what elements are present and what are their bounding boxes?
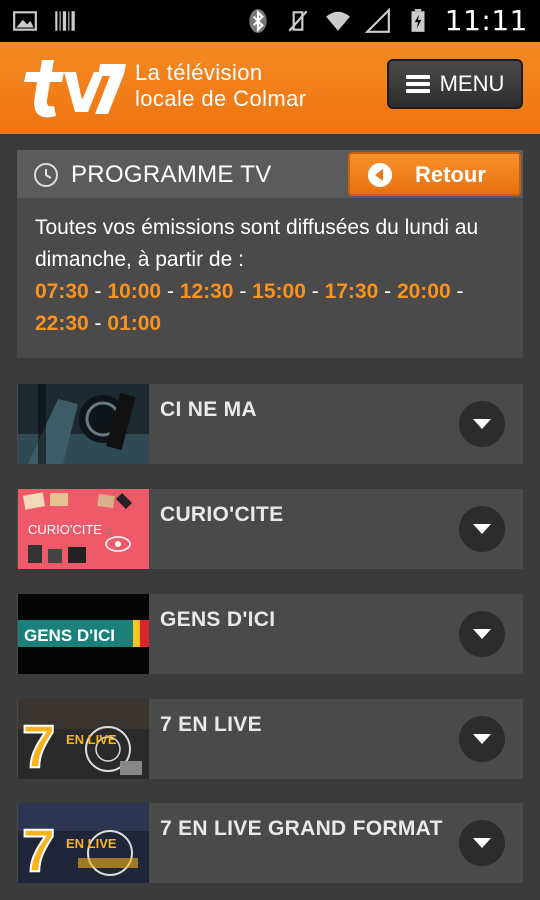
time-slot: 10:00: [107, 280, 162, 303]
show-thumbnail-curiocite: CURIO'CITE: [18, 489, 149, 569]
programme-intro: Toutes vos émissions sont diffusées du l…: [35, 216, 479, 271]
image-icon: [13, 11, 37, 31]
expand-chevron-icon[interactable]: [459, 820, 505, 866]
show-thumbnail-7enlive-grand-format: 7 EN LIVE: [18, 803, 149, 883]
time-slot: 12:30: [179, 280, 234, 303]
back-label: Retour: [415, 162, 486, 187]
battery-icon: [411, 8, 425, 32]
show-title: CI NE MA: [160, 398, 257, 421]
show-title: GENS D'ICI: [160, 608, 276, 631]
status-bar: 11:11: [0, 0, 540, 42]
thumb-text: 7: [22, 713, 55, 779]
time-slot: 20:00: [396, 280, 451, 303]
show-title: 7 EN LIVE GRAND FORMAT: [160, 817, 443, 840]
show-item[interactable]: 7 EN LIVE 7 EN LIVE GRAND FORMAT: [17, 803, 523, 883]
bluetooth-icon: [249, 8, 267, 33]
thumb-text: EN LIVE: [66, 836, 117, 851]
back-arrow-icon: [368, 163, 392, 187]
show-title: 7 EN LIVE: [160, 713, 262, 736]
expand-chevron-icon[interactable]: [459, 716, 505, 762]
signal-icon: [364, 7, 390, 33]
menu-button[interactable]: MENU: [387, 59, 523, 109]
tagline-line1: La télévision: [135, 60, 263, 85]
programme-panel: PROGRAMME TV Retour Toutes vos émissions…: [17, 150, 523, 358]
tagline-line2: locale de Colmar: [135, 86, 307, 111]
menu-label: MENU: [439, 71, 505, 96]
show-item[interactable]: CURIO'CITE CURIO'CITE: [17, 489, 523, 569]
expand-chevron-icon[interactable]: [459, 611, 505, 657]
show-item[interactable]: 7 EN LIVE 7 EN LIVE: [17, 699, 523, 779]
tv7-logo[interactable]: [20, 52, 128, 122]
time-slot: 17:30: [324, 280, 379, 303]
programme-header: PROGRAMME TV Retour: [17, 150, 523, 198]
vibrate-off-icon: [288, 10, 308, 31]
broadcast-times: 07:30 - 10:00 - 12:30 - 15:00 - 17:30 - …: [35, 280, 464, 335]
app-header: La télévision locale de Colmar MENU: [0, 42, 540, 134]
thumb-text: EN LIVE: [66, 732, 117, 747]
time-slot: 15:00: [252, 280, 306, 303]
tagline: La télévision locale de Colmar: [135, 60, 306, 112]
show-thumbnail-cinema: [18, 384, 149, 464]
status-clock: 11:11: [444, 4, 528, 37]
show-thumbnail-gensdici: GENS D'ICI: [18, 594, 149, 674]
thumb-text: CURIO'CITE: [28, 522, 102, 537]
expand-chevron-icon[interactable]: [459, 401, 505, 447]
time-slot: 07:30: [35, 280, 89, 303]
programme-title: PROGRAMME TV: [71, 161, 272, 188]
expand-chevron-icon[interactable]: [459, 506, 505, 552]
show-item[interactable]: CI NE MA: [17, 384, 523, 464]
time-slot: 22:30: [35, 312, 89, 335]
programme-description: Toutes vos émissions sont diffusées du l…: [35, 212, 515, 340]
show-thumbnail-7enlive: 7 EN LIVE: [18, 699, 149, 779]
wifi-icon: [325, 11, 350, 31]
barcode-icon: [55, 11, 75, 31]
show-item[interactable]: GENS D'ICI GENS D'ICI: [17, 594, 523, 674]
time-slot: 01:00: [107, 312, 162, 335]
thumb-text: GENS D'ICI: [24, 626, 115, 645]
thumb-text: 7: [22, 817, 55, 883]
hamburger-icon: [405, 75, 430, 93]
show-title: CURIO'CITE: [160, 503, 284, 526]
clock-icon: [34, 163, 58, 187]
back-button[interactable]: Retour: [348, 152, 521, 196]
